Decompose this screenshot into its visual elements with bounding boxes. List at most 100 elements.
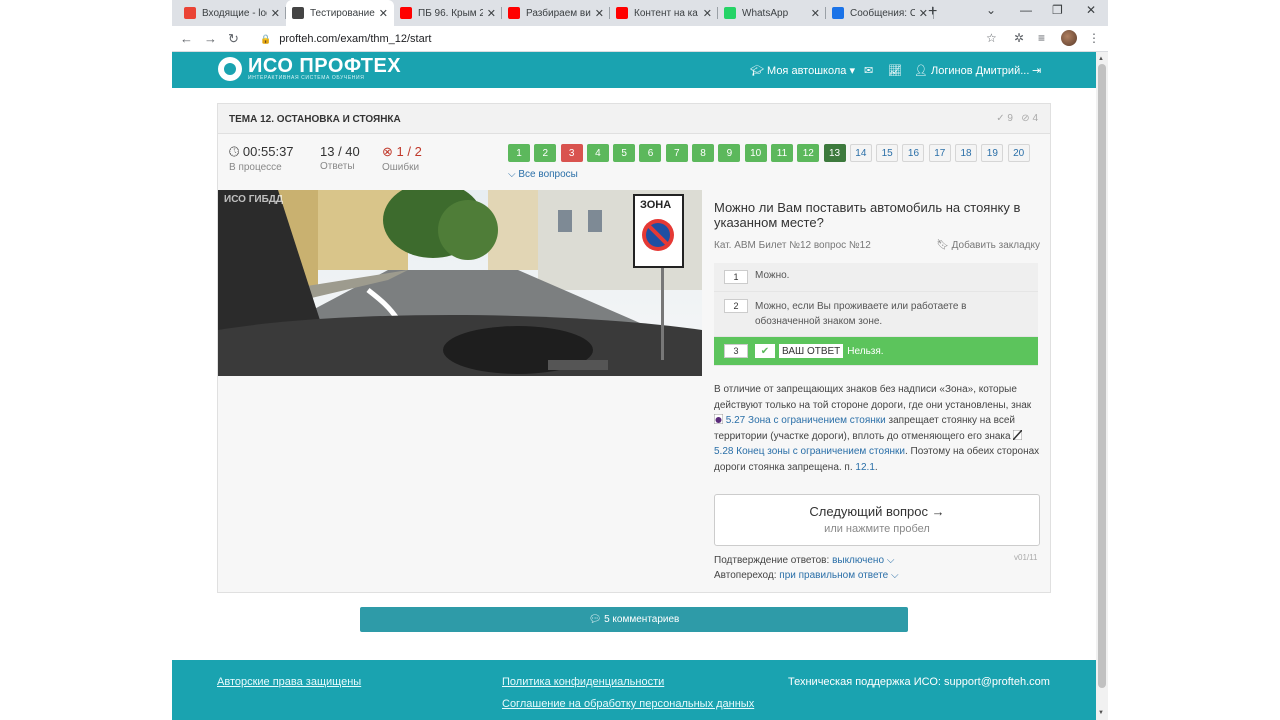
- menu-icon[interactable]: ⋮: [1088, 31, 1100, 45]
- tab-close-icon[interactable]: ✕: [271, 7, 280, 20]
- browser-tab[interactable]: Контент на ка ✕: [610, 0, 718, 26]
- bookmark-star-icon[interactable]: ☆: [986, 31, 997, 45]
- extensions-icon[interactable]: ✲: [1014, 31, 1024, 45]
- question-number-9[interactable]: 9: [718, 144, 741, 162]
- question-number-1[interactable]: 1: [508, 144, 530, 162]
- question-text: Можно ли Вам поставить автомобиль на сто…: [714, 200, 1021, 230]
- browser-tab[interactable]: ПБ 96. Крым 2 ✕: [394, 0, 502, 26]
- auto-dropdown[interactable]: при правильном ответе ⌵: [779, 570, 898, 581]
- iso-icon: [292, 7, 304, 19]
- question-block: Можно ли Вам поставить автомобиль на сто…: [714, 200, 1040, 251]
- question-number-16[interactable]: 16: [902, 144, 925, 162]
- forward-icon[interactable]: →: [204, 31, 217, 46]
- sign-5-28-link[interactable]: 5.28 Конец зоны с ограничением стоянки: [714, 446, 905, 457]
- answer-number: 3: [724, 344, 748, 358]
- reload-icon[interactable]: ↻: [228, 31, 239, 47]
- question-number-10[interactable]: 10: [744, 144, 767, 162]
- zone-sign-icon: [714, 414, 723, 424]
- check-icon: ✓: [996, 113, 1005, 124]
- tab-strip: Входящие - log ✕ Тестирование ✕ ПБ 96. Крым …: [178, 0, 934, 26]
- tab-close-icon[interactable]: ✕: [595, 7, 604, 20]
- question-number-19[interactable]: 19: [981, 144, 1004, 162]
- address-row: ← → ↻ 🔒 profteh.com/exam/thm_12/start ☆ …: [172, 26, 1108, 52]
- address-bar[interactable]: 🔒 profteh.com/exam/thm_12/start: [252, 30, 988, 48]
- browser-tab[interactable]: Тестирование ✕: [286, 0, 394, 26]
- question-number-7[interactable]: 7: [665, 144, 688, 162]
- back-icon[interactable]: ←: [180, 31, 193, 46]
- reading-list-icon[interactable]: ≡: [1038, 31, 1045, 45]
- scroll-down-icon[interactable]: ▼: [1098, 710, 1104, 716]
- user-icon: 👤︎: [914, 65, 932, 77]
- errors-label: Ошибки: [382, 162, 420, 173]
- answer-option-1[interactable]: 1 Можно.: [714, 263, 1038, 292]
- logo[interactable]: ИСО ПРОФТЕХ ИНТЕРАКТИВНАЯ СИСТЕМА ОБУЧЕН…: [218, 56, 401, 81]
- errors-value: 1 / 2: [396, 144, 422, 159]
- browser-tab[interactable]: Разбираем ви ✕: [502, 0, 610, 26]
- user-menu[interactable]: 👤︎ Логинов Дмитрий...: [914, 64, 1029, 77]
- question-number-17[interactable]: 17: [928, 144, 951, 162]
- question-number-3[interactable]: 3: [560, 144, 583, 162]
- comments-button[interactable]: 💬︎ 5 комментариев: [360, 607, 908, 632]
- mail-icon[interactable]: ✉: [864, 64, 873, 77]
- minimize-icon[interactable]: —: [1020, 3, 1032, 17]
- image-watermark: ИСО ГИБДД: [224, 194, 284, 205]
- tab-title: Контент на ка: [634, 7, 698, 19]
- caret-down-icon: ▾: [849, 65, 855, 77]
- question-number-2[interactable]: 2: [534, 144, 557, 162]
- question-number-13[interactable]: 13: [823, 144, 846, 162]
- confirm-dropdown[interactable]: выключено ⌵: [832, 555, 894, 566]
- tab-close-icon[interactable]: ✕: [487, 7, 496, 20]
- scroll-up-icon[interactable]: ▲: [1098, 56, 1104, 62]
- tab-close-icon[interactable]: ✕: [811, 7, 820, 20]
- question-number-18[interactable]: 18: [955, 144, 978, 162]
- question-number-14[interactable]: 14: [849, 144, 872, 162]
- browser-tab[interactable]: Входящие - log ✕: [178, 0, 286, 26]
- all-questions-link[interactable]: ⌵ Все вопросы: [508, 169, 578, 180]
- tab-close-icon[interactable]: ✕: [703, 7, 712, 20]
- profile-avatar[interactable]: [1061, 30, 1077, 46]
- my-school-menu[interactable]: 🎓︎ Моя автошкола ▾: [750, 64, 855, 77]
- copyright-link[interactable]: Авторские права защищены: [217, 676, 361, 688]
- tab-title: Тестирование: [310, 7, 375, 19]
- question-image: ИСО ГИБДД ЗОНА: [218, 190, 702, 376]
- question-number-6[interactable]: 6: [639, 144, 662, 162]
- logout-icon[interactable]: ⇥: [1032, 64, 1041, 77]
- maximize-icon[interactable]: ❐: [1052, 3, 1063, 17]
- question-number-12[interactable]: 12: [797, 144, 820, 162]
- browser-tab[interactable]: Сообщения: C ✕: [826, 0, 934, 26]
- browser-tab[interactable]: WhatsApp ✕: [718, 0, 826, 26]
- sign-5-27-link[interactable]: 5.27 Зона с ограничением стоянки: [726, 415, 886, 426]
- question-number-5[interactable]: 5: [613, 144, 636, 162]
- answer-option-3[interactable]: 3 ✔ ВАШ ОТВЕТ Нельзя.: [714, 337, 1038, 366]
- next-question-button[interactable]: Следующий вопрос → или нажмите пробел: [714, 494, 1040, 546]
- question-number-15[interactable]: 15: [876, 144, 899, 162]
- answers-stat: 13 / 40 Ответы: [320, 144, 360, 172]
- question-number-11[interactable]: 11: [770, 144, 793, 162]
- consent-link[interactable]: Соглашение на обработку персональных дан…: [502, 698, 754, 710]
- rule-12-1-link[interactable]: 12.1: [855, 462, 874, 473]
- explanation-text-4: .: [874, 461, 878, 473]
- answer-option-2[interactable]: 2 Можно, если Вы проживаете или работает…: [714, 292, 1038, 337]
- close-window-icon[interactable]: ✕: [1086, 3, 1096, 17]
- youtube-icon: [400, 7, 412, 19]
- tab-close-icon[interactable]: ✕: [919, 7, 928, 20]
- tab-title: Сообщения: C: [850, 7, 915, 19]
- question-meta-text: Кат. ABM Билет №12 вопрос №12: [714, 240, 871, 251]
- scrollbar-thumb[interactable]: [1098, 64, 1106, 688]
- question-number-8[interactable]: 8: [692, 144, 715, 162]
- tab-title: ПБ 96. Крым 2: [418, 7, 483, 19]
- question-number-4[interactable]: 4: [586, 144, 609, 162]
- count-ok: 9: [1007, 113, 1013, 124]
- exam-panel-header: ТЕМА 12. ОСТАНОВКА И СТОЯНКА ✓ 9 ⊘ 4: [218, 104, 1050, 134]
- privacy-link[interactable]: Политика конфиденциальности: [502, 676, 664, 688]
- add-bookmark-button[interactable]: 🔖︎ Добавить закладку: [936, 240, 1040, 251]
- tab-search-icon[interactable]: ⌄: [986, 3, 996, 17]
- question-meta: Кат. ABM Билет №12 вопрос №12 🔖︎ Добавит…: [714, 240, 1040, 251]
- next-question-title: Следующий вопрос →: [809, 504, 945, 519]
- answer-text: Нельзя.: [847, 345, 884, 357]
- question-number-20[interactable]: 20: [1007, 144, 1030, 162]
- stats-icon[interactable]: 📈︎: [888, 64, 902, 77]
- new-tab-button[interactable]: +: [928, 3, 937, 21]
- clock-icon: 🕓︎: [229, 144, 240, 159]
- tab-close-icon[interactable]: ✕: [379, 7, 388, 20]
